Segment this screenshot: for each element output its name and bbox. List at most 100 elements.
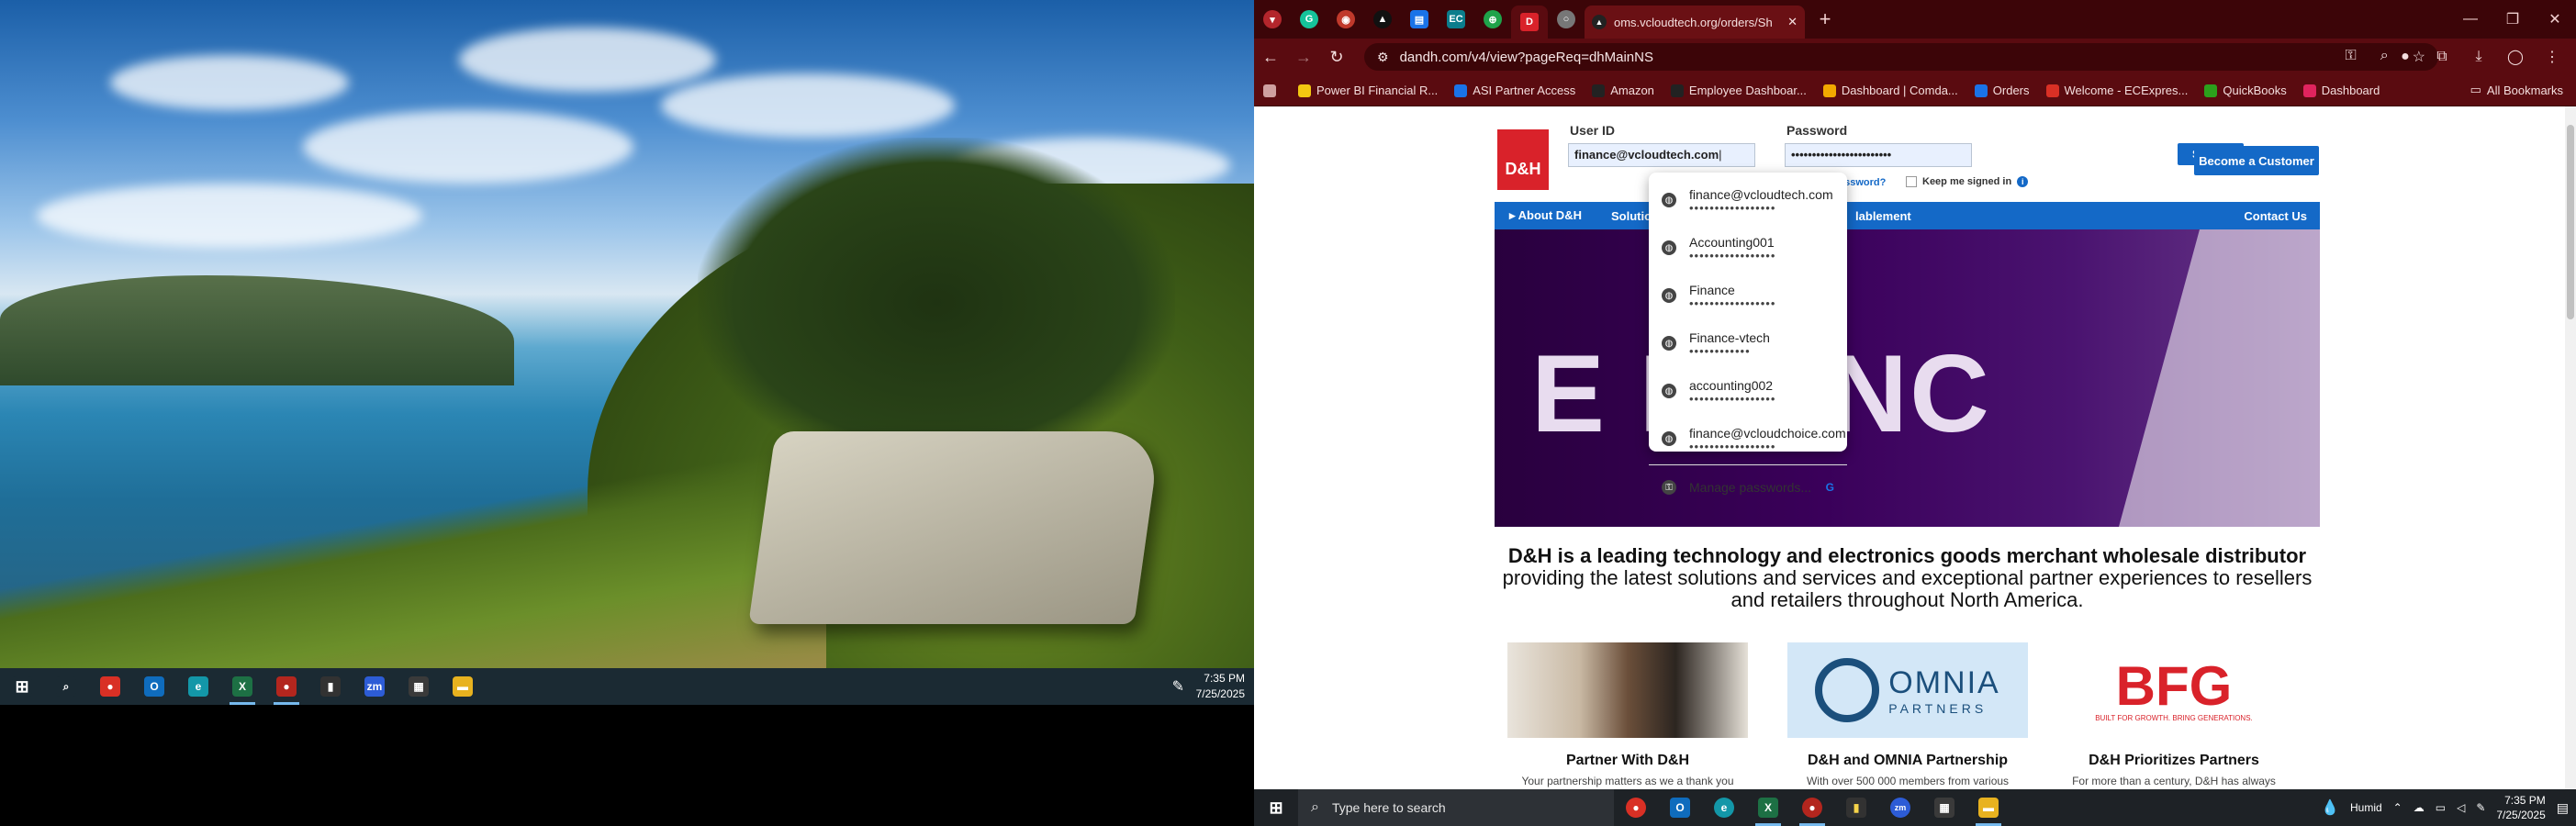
- card-omnia[interactable]: OMNIA PARTNERS D&H and OMNIA Partnership…: [1787, 642, 2028, 789]
- left-taskbar-file-explorer[interactable]: ▬: [441, 668, 485, 705]
- restore-button[interactable]: ❐: [2492, 0, 2534, 39]
- become-customer-button[interactable]: Become a Customer: [2194, 146, 2319, 175]
- left-taskbar-calculator[interactable]: ▦: [397, 668, 441, 705]
- password-key-icon[interactable]: ⚿: [2346, 48, 2357, 66]
- download-icon[interactable]: ⤓: [2462, 40, 2495, 73]
- tab-grammarly[interactable]: G: [1291, 6, 1327, 33]
- manage-passwords-item[interactable]: ⚿ Manage passwords... G: [1649, 471, 1847, 504]
- scrollbar-thumb[interactable]: [2567, 125, 2574, 319]
- taskbar-chrome[interactable]: ●: [1614, 789, 1658, 826]
- all-bookmarks-button[interactable]: ▭ All Bookmarks: [2470, 83, 2563, 97]
- autofill-suggestion[interactable]: ◍ accounting002 •••••••••••••••••: [1649, 369, 1847, 417]
- nav-enablement[interactable]: lablement: [1841, 209, 1926, 223]
- nav-contact[interactable]: Contact Us: [2244, 209, 2307, 223]
- left-taskbar-sticky-notes[interactable]: ▮: [308, 668, 353, 705]
- close-window-button[interactable]: ✕: [2534, 0, 2576, 39]
- left-taskbar-zoom[interactable]: zm: [353, 668, 397, 705]
- bookmark-item[interactable]: Employee Dashboar...: [1670, 84, 1807, 97]
- pen-icon[interactable]: ✎: [2476, 801, 2485, 814]
- site-info-icon[interactable]: ⚙: [1377, 50, 1389, 65]
- reload-button[interactable]: ↻: [1320, 40, 1353, 73]
- left-clock[interactable]: 7:35 PM 7/25/2025: [1196, 669, 1245, 704]
- weather-icon[interactable]: 💧: [2321, 798, 2339, 817]
- card-bfg[interactable]: BFG BUILT FOR GROWTH. BRING GENERATIONS.…: [2054, 642, 2294, 789]
- autofill-suggestion[interactable]: ◍ Finance •••••••••••••••••: [1649, 273, 1847, 321]
- taskbar-edge[interactable]: e: [1702, 789, 1746, 826]
- taskbar-excel[interactable]: X: [1746, 789, 1790, 826]
- autofill-suggestion[interactable]: ◍ Accounting001 •••••••••••••••••: [1649, 226, 1847, 273]
- bookmark-label: Employee Dashboar...: [1688, 84, 1807, 97]
- minimize-button[interactable]: —: [2449, 0, 2492, 39]
- tab-oms-orders[interactable]: ▲ oms.vcloudtech.org/orders/Sh ✕: [1585, 6, 1805, 39]
- close-icon[interactable]: ✕: [1787, 15, 1798, 29]
- left-taskbar-chrome-profile[interactable]: ●: [264, 668, 308, 705]
- hero-banner[interactable]: E RIENC: [1495, 229, 2320, 527]
- start-button[interactable]: ⊞: [1254, 789, 1298, 826]
- password-input[interactable]: ••••••••••••••••••••••••: [1785, 143, 1972, 167]
- tab-gray[interactable]: ○: [1548, 6, 1585, 33]
- bookmark-item[interactable]: Power BI Financial R...: [1298, 84, 1438, 97]
- taskbar-chrome-profile[interactable]: ●: [1790, 789, 1834, 826]
- left-taskbar-start[interactable]: ⊞: [0, 668, 44, 705]
- bookmark-item[interactable]: ASI Partner Access: [1454, 84, 1575, 97]
- bookmark-item[interactable]: Dashboard: [2302, 84, 2380, 97]
- tab-ec[interactable]: EC: [1438, 6, 1474, 33]
- taskbar-search-box[interactable]: ⌕ Type here to search: [1298, 789, 1614, 826]
- volume-icon[interactable]: ◁: [2457, 801, 2465, 814]
- tab-green-app[interactable]: ⊕: [1474, 6, 1511, 33]
- extensions-puzzle-icon[interactable]: ⧉: [2425, 40, 2458, 73]
- autofill-password-mask: •••••••••••••••••: [1689, 440, 1776, 453]
- left-taskbar-search[interactable]: ⌕: [44, 668, 88, 705]
- new-tab-button[interactable]: +: [1812, 6, 1838, 32]
- autofill-username: Finance-vtech: [1689, 330, 1770, 345]
- network-icon[interactable]: ▭: [2436, 801, 2446, 814]
- keep-signed-in[interactable]: Keep me signed in i: [1906, 176, 2029, 187]
- chevron-up-icon[interactable]: ⌃: [2393, 801, 2402, 814]
- zoom-icon[interactable]: ⌕: [2380, 48, 2389, 66]
- address-bar[interactable]: ⚙ dandh.com/v4/view?pageReq=dhMainNS ⚿ ⌕…: [1364, 43, 2438, 71]
- taskbar-calculator[interactable]: ▦: [1922, 789, 1966, 826]
- autofill-suggestion[interactable]: ◍ finance@vcloudchoice.com •••••••••••••••…: [1649, 417, 1847, 464]
- tab-docs[interactable]: ▤: [1401, 6, 1438, 33]
- card-partner[interactable]: Partner With D&H Your partnership matter…: [1507, 642, 1748, 789]
- taskbar-outlook[interactable]: O: [1658, 789, 1702, 826]
- profile-icon[interactable]: ◯: [2499, 40, 2532, 73]
- bookmark-item[interactable]: [1263, 84, 1282, 97]
- bookmark-item[interactable]: Amazon: [1592, 84, 1654, 97]
- tab-search-menu[interactable]: ▾: [1254, 6, 1291, 33]
- autofill-suggestion[interactable]: ◍ Finance-vtech ••••••••••••: [1649, 321, 1847, 369]
- right-clock[interactable]: 7:35 PM 7/25/2025: [2496, 793, 2545, 822]
- taskbar-sticky-notes[interactable]: ▮: [1834, 789, 1878, 826]
- extension-icon[interactable]: ●: [2389, 40, 2422, 73]
- taskbar-file-explorer[interactable]: ▬: [1966, 789, 2010, 826]
- forward-button[interactable]: →: [1287, 40, 1320, 73]
- tab-dandh[interactable]: D: [1511, 6, 1548, 39]
- bookmark-item[interactable]: Orders: [1974, 84, 2030, 97]
- bookmark-item[interactable]: Dashboard | Comda...: [1822, 84, 1958, 97]
- left-taskbar-outlook[interactable]: O: [132, 668, 176, 705]
- grammarly-icon: G: [1300, 10, 1318, 28]
- menu-icon[interactable]: ⋮: [2536, 40, 2569, 73]
- notification-icon[interactable]: ▤: [2557, 800, 2569, 816]
- keep-signed-in-checkbox[interactable]: [1906, 176, 1917, 187]
- tab-red-app[interactable]: ◉: [1327, 6, 1364, 33]
- left-taskbar-excel[interactable]: X: [220, 668, 264, 705]
- info-icon[interactable]: i: [2017, 176, 2029, 187]
- weather-label[interactable]: Humid: [2350, 801, 2382, 814]
- pen-icon[interactable]: ✎: [1172, 677, 1184, 696]
- autofill-suggestion[interactable]: ◍ finance@vcloudtech.com •••••••••••••••••: [1649, 178, 1847, 226]
- page-scrollbar[interactable]: [2565, 106, 2576, 789]
- bookmark-item[interactable]: Welcome - ECExpres...: [2045, 84, 2188, 97]
- bookmark-item[interactable]: QuickBooks: [2204, 84, 2287, 97]
- onedrive-icon[interactable]: ☁: [2414, 801, 2425, 814]
- left-taskbar-edge[interactable]: e: [176, 668, 220, 705]
- dandh-logo[interactable]: D&H: [1497, 129, 1549, 190]
- nav-about[interactable]: ▸ About D&H: [1495, 208, 1596, 223]
- tab-title: oms.vcloudtech.org/orders/Sh: [1614, 15, 1773, 29]
- user-id-input[interactable]: finance@vcloudtech.com|: [1568, 143, 1755, 167]
- back-button[interactable]: ←: [1254, 40, 1287, 73]
- tab-black-app[interactable]: ▲: [1364, 6, 1401, 33]
- taskbar-zoom[interactable]: zm: [1878, 789, 1922, 826]
- left-taskbar-chrome[interactable]: ●: [88, 668, 132, 705]
- key-icon: ⚿: [1662, 480, 1676, 495]
